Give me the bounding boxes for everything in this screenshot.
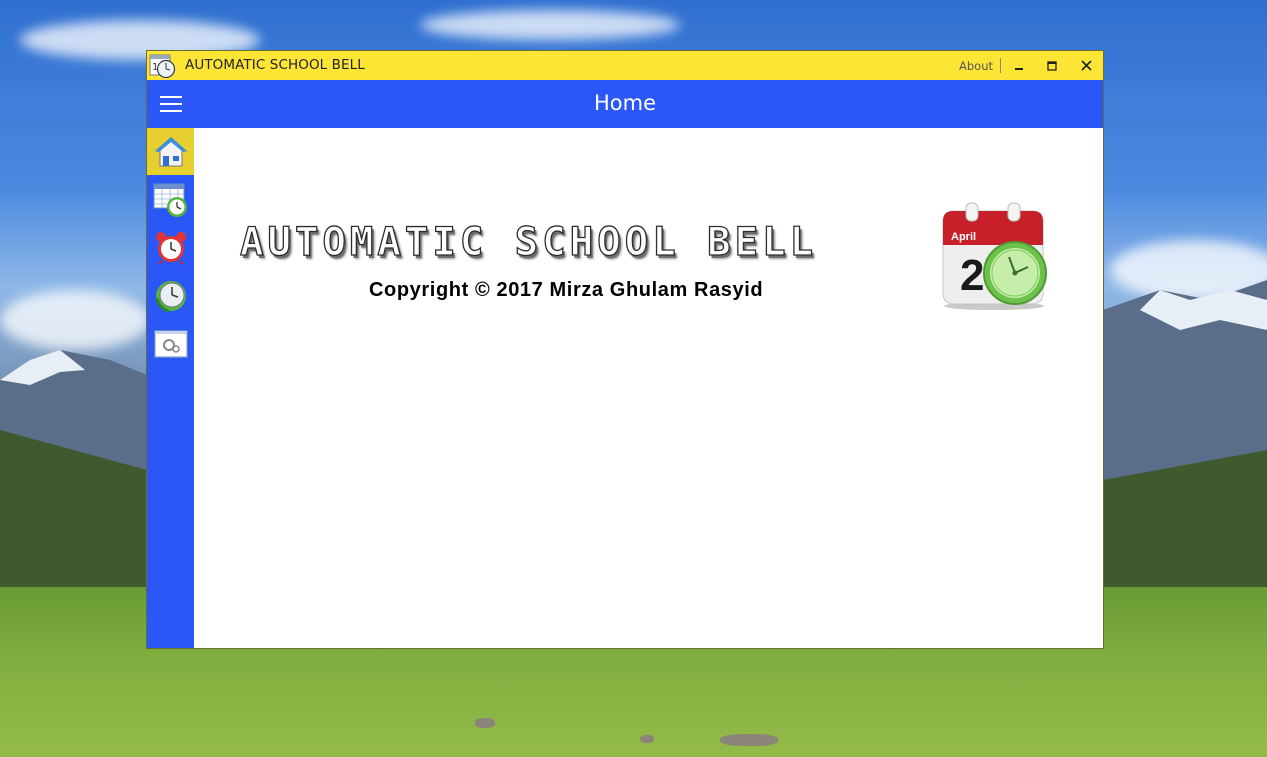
- minimize-button[interactable]: [1004, 51, 1034, 80]
- app-name-banner: AUTOMATIC SCHOOL BELL: [239, 219, 818, 265]
- sidebar-item-clock[interactable]: [147, 272, 194, 319]
- alarm-clock-icon: [155, 231, 186, 265]
- sidebar: [147, 128, 194, 648]
- rock: [475, 718, 495, 728]
- copyright-text: Copyright © 2017 Mirza Ghulam Rasyid: [369, 279, 764, 301]
- main-content: AUTOMATIC SCHOOL BELL Copyright © 2017 M…: [194, 128, 1103, 648]
- rock: [720, 734, 778, 746]
- page-title: Home: [593, 91, 656, 115]
- calendar-clock-icon: April 2: [942, 202, 1047, 310]
- home-icon: [154, 136, 187, 166]
- sidebar-item-alarm[interactable]: [147, 224, 194, 271]
- close-button[interactable]: [1071, 51, 1101, 80]
- title-separator: [1000, 58, 1001, 73]
- header-bar: Home: [147, 80, 1103, 128]
- minimize-icon: [1015, 67, 1023, 70]
- clock-refresh-icon: [155, 280, 186, 312]
- maximize-button[interactable]: [1037, 51, 1067, 80]
- app-window: 1 AUTOMATIC SCHOOL BELL About Home AUTOM…: [147, 51, 1103, 648]
- calendar-day-label: 2: [960, 251, 984, 300]
- sidebar-item-schedule[interactable]: [147, 176, 194, 223]
- window-title: AUTOMATIC SCHOOL BELL: [185, 57, 365, 73]
- sidebar-item-home[interactable]: [147, 128, 194, 175]
- sidebar-item-settings[interactable]: [147, 320, 194, 367]
- close-icon: [1080, 60, 1092, 71]
- calendar-clock-logo: April 2: [940, 201, 1052, 313]
- title-bar[interactable]: 1 AUTOMATIC SCHOOL BELL About: [147, 51, 1103, 80]
- rock: [640, 735, 654, 743]
- about-link[interactable]: About: [959, 59, 993, 73]
- maximize-icon: [1047, 60, 1057, 71]
- app-calendar-clock-icon: 1: [149, 54, 176, 79]
- schedule-table-clock-icon: [153, 183, 187, 217]
- settings-window-icon: [153, 329, 188, 358]
- calendar-month-label: April: [951, 231, 976, 243]
